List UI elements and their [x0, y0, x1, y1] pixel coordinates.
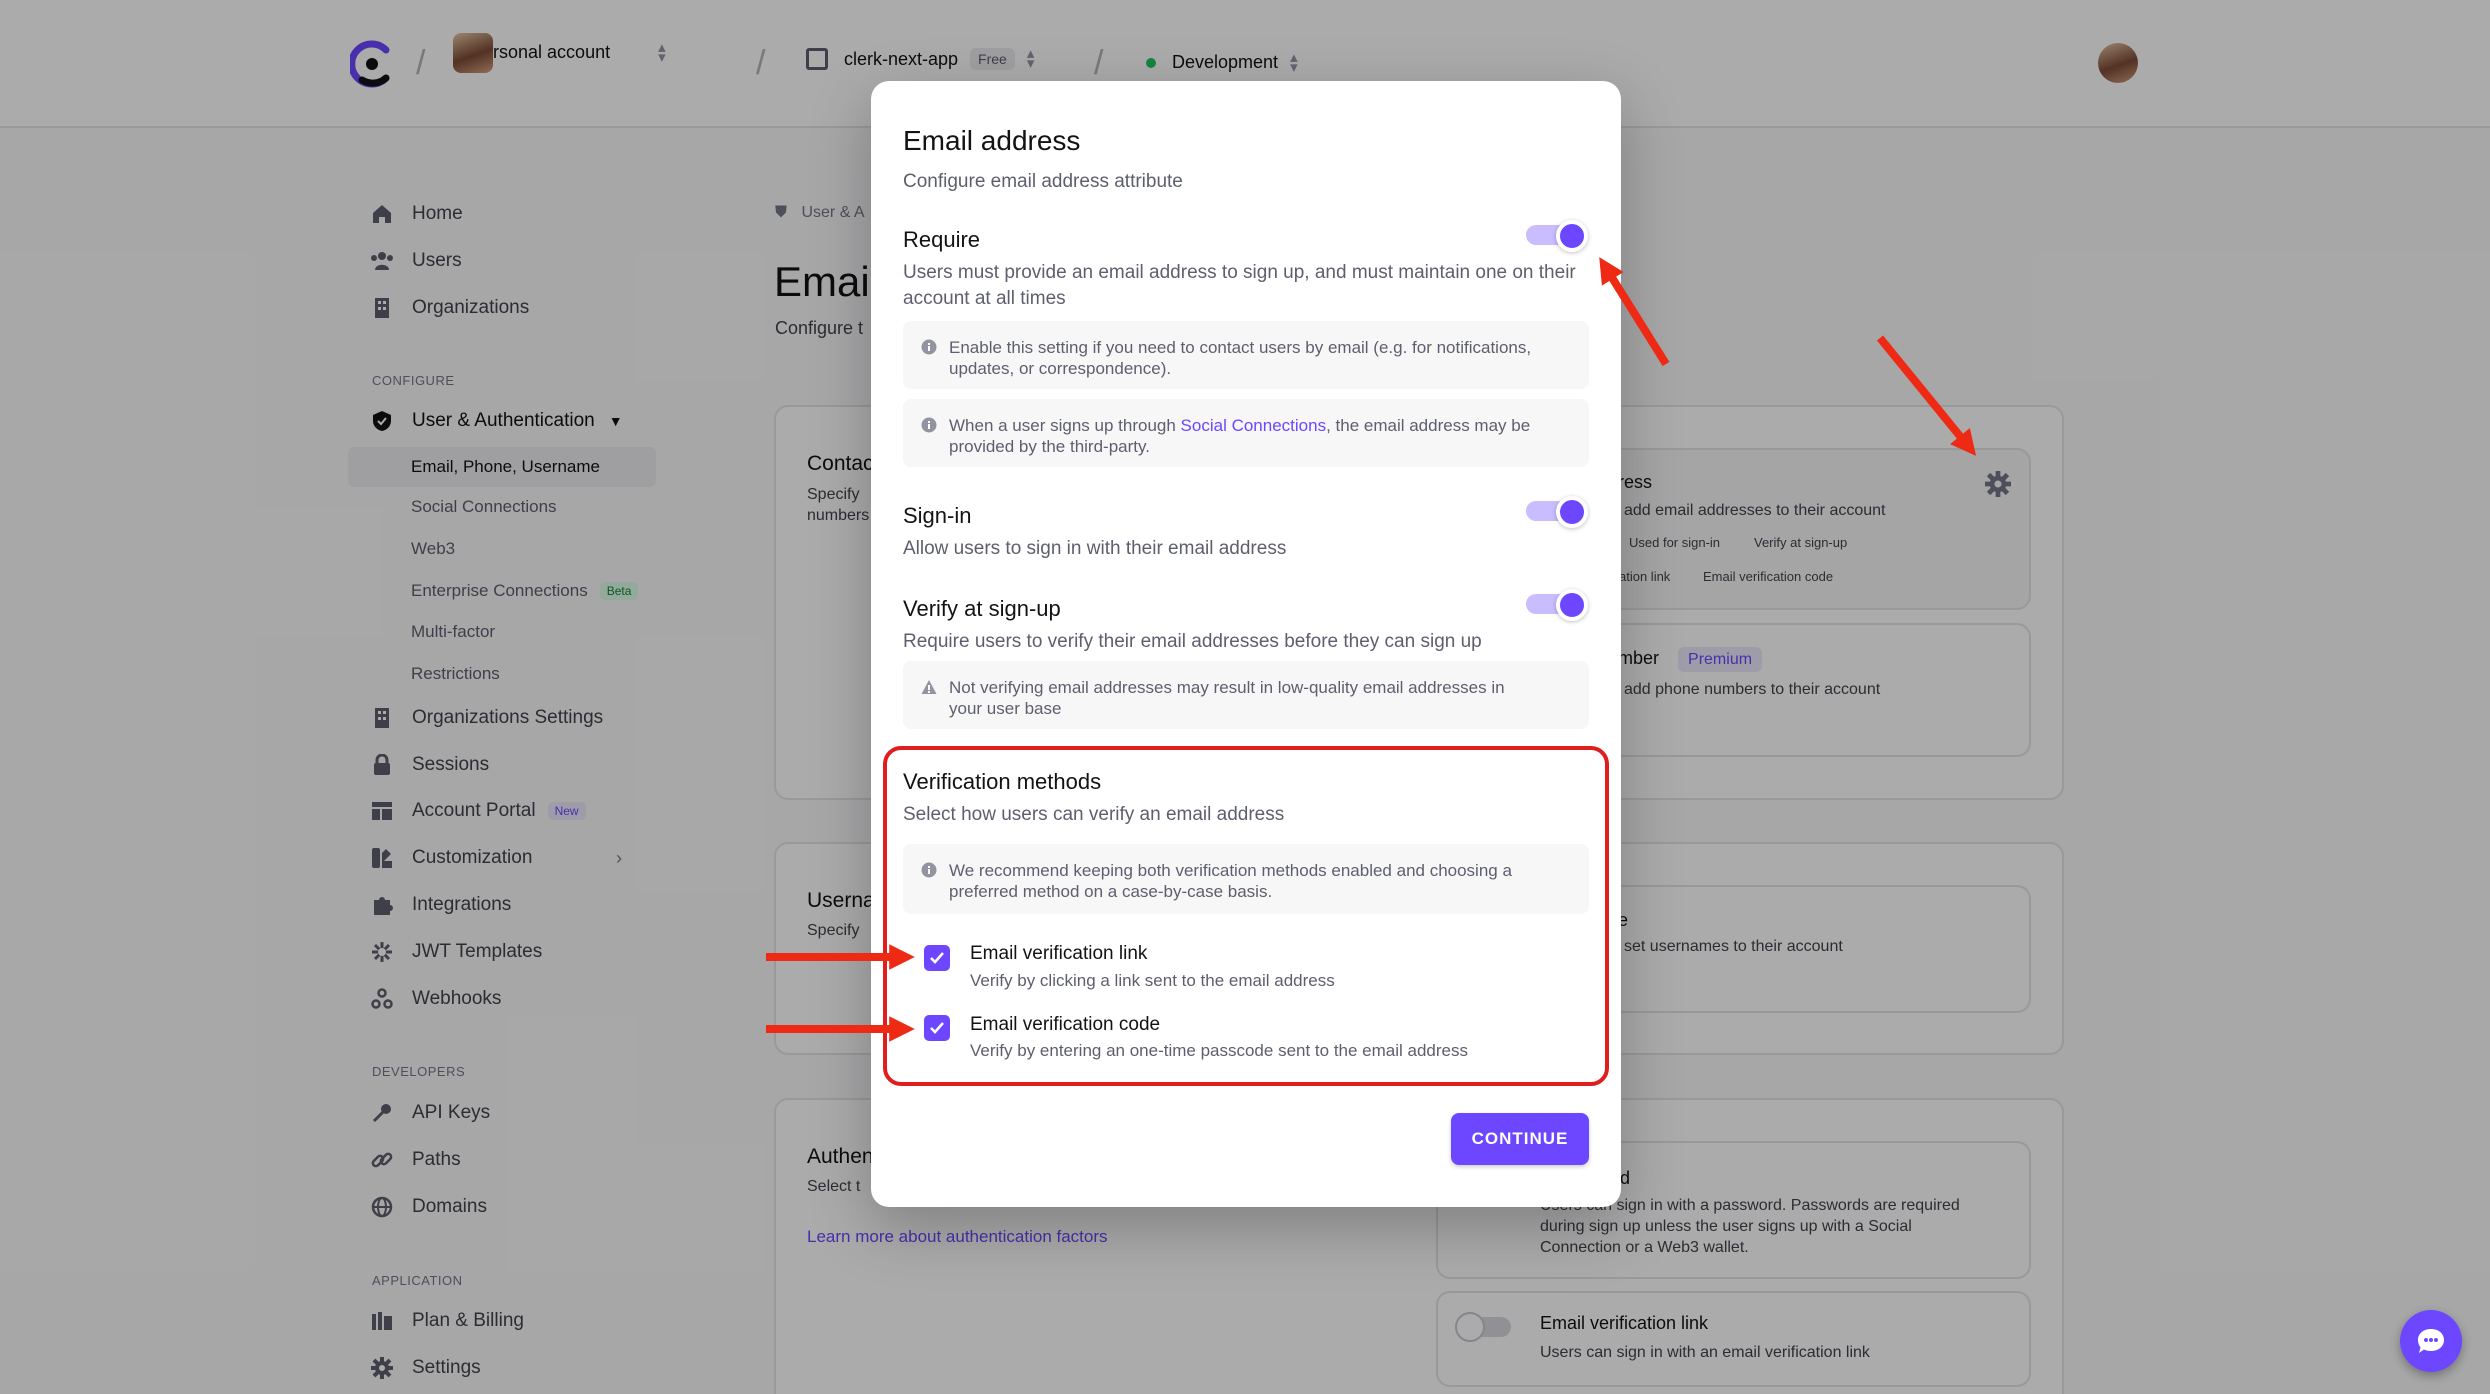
social-connections-link[interactable]: Social Connections — [1181, 416, 1327, 435]
verify-signup-title: Verify at sign-up — [903, 596, 1061, 621]
note-line: updates, or correspondence). — [949, 359, 1172, 378]
signin-desc: Allow users to sign in with their email … — [903, 538, 1287, 559]
note-line: Not verifying email addresses may result… — [949, 678, 1505, 697]
modal-title: Email address — [903, 125, 1081, 156]
note-line: provided by the third-party. — [949, 437, 1150, 456]
note-text: , the email address may be — [1326, 416, 1531, 435]
info-icon — [921, 339, 937, 355]
signin-title: Sign-in — [903, 503, 972, 528]
require-info-note: Enable this setting if you need to conta… — [903, 321, 1589, 389]
note-line: your user base — [949, 699, 1062, 718]
modal-subtitle: Configure email address attribute — [903, 171, 1183, 192]
annotation-highlight-box — [883, 746, 1609, 1086]
require-desc-line: Users must provide an email address to s… — [903, 262, 1576, 283]
note-line: When a user signs up through Social Conn… — [949, 415, 1569, 436]
require-toggle[interactable] — [1526, 220, 1588, 252]
note-line: Enable this setting if you need to conta… — [949, 338, 1532, 357]
require-desc: Users must provide an email address to s… — [903, 260, 1593, 312]
continue-button[interactable]: CONTINUE — [1451, 1113, 1589, 1165]
chat-support-button[interactable] — [2400, 1310, 2462, 1372]
chat-bubble-icon — [2418, 1329, 2444, 1353]
note-text: When a user signs up through — [949, 416, 1176, 435]
verify-signup-toggle[interactable] — [1526, 589, 1588, 621]
verify-signup-desc: Require users to verify their email addr… — [903, 631, 1482, 652]
signin-toggle[interactable] — [1526, 496, 1588, 528]
warning-icon — [921, 680, 937, 694]
require-title: Require — [903, 227, 981, 252]
social-connections-note: When a user signs up through Social Conn… — [903, 399, 1589, 467]
require-desc-line: account at all times — [903, 288, 1066, 309]
verify-warning-note: Not verifying email addresses may result… — [903, 661, 1589, 729]
info-icon — [921, 417, 937, 433]
